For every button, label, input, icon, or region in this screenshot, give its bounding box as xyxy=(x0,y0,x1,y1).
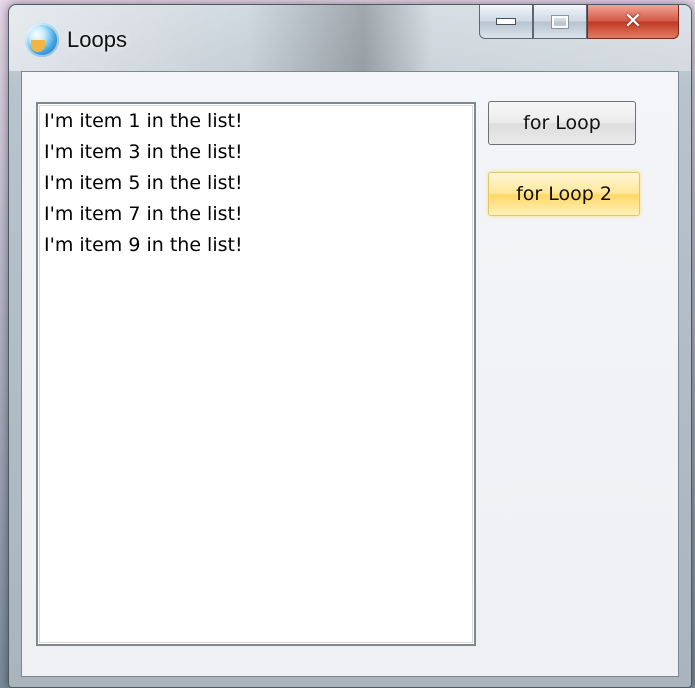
maximize-button[interactable] xyxy=(533,5,587,39)
close-icon: ✕ xyxy=(623,9,643,34)
caption-buttons: ✕ xyxy=(479,5,679,43)
list-item[interactable]: I'm item 7 in the list! xyxy=(40,199,472,230)
list-item[interactable]: I'm item 5 in the list! xyxy=(40,168,472,199)
list-item[interactable]: I'm item 3 in the list! xyxy=(40,137,472,168)
for-loop-2-button[interactable]: for Loop 2 xyxy=(488,172,640,216)
window-title: Loops xyxy=(67,27,127,52)
listbox-content: I'm item 1 in the list! I'm item 3 in th… xyxy=(39,105,473,643)
items-listbox[interactable]: I'm item 1 in the list! I'm item 3 in th… xyxy=(36,102,476,646)
minimize-icon xyxy=(496,18,516,25)
for-loop-button[interactable]: for Loop xyxy=(488,101,636,145)
app-globe-icon xyxy=(25,23,59,57)
client-area: I'm item 1 in the list! I'm item 3 in th… xyxy=(21,71,679,677)
list-item[interactable]: I'm item 1 in the list! xyxy=(40,106,472,137)
list-item[interactable]: I'm item 9 in the list! xyxy=(40,230,472,261)
minimize-button[interactable] xyxy=(479,5,533,39)
loops-window: Loops ✕ I'm item 1 in the list! I'm item… xyxy=(8,4,692,688)
maximize-icon xyxy=(551,14,569,29)
close-button[interactable]: ✕ xyxy=(587,5,679,39)
